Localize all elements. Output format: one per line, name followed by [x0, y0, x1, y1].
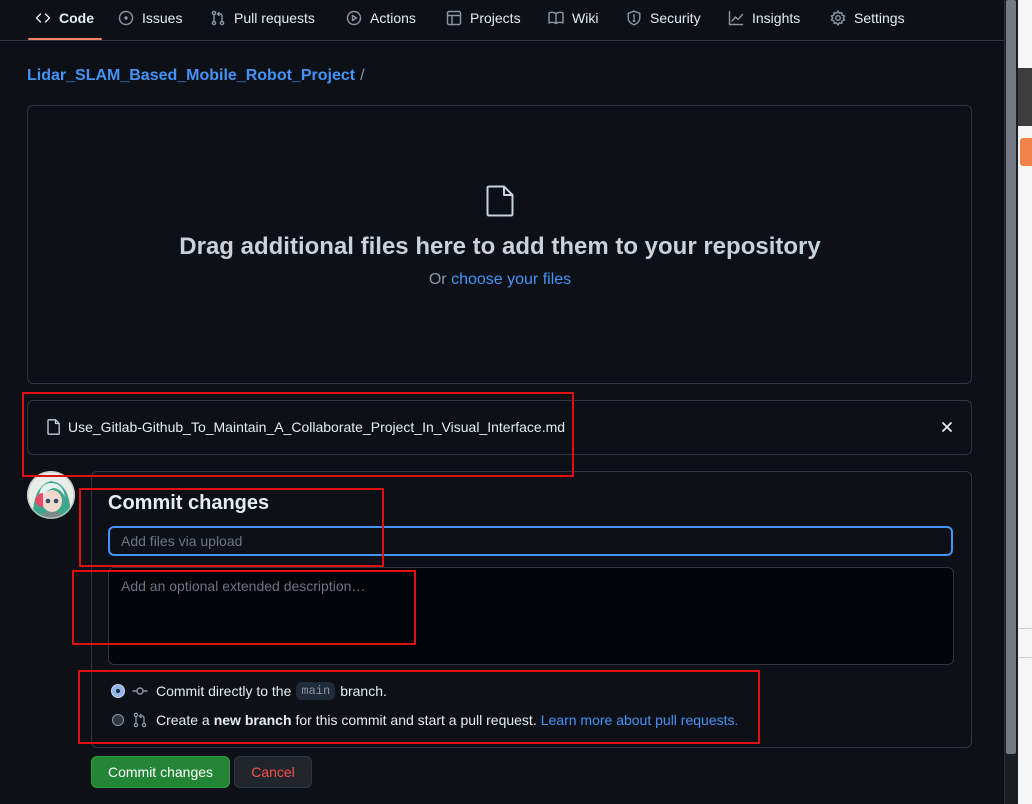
commit-changes-button[interactable]: Commit changes [91, 756, 230, 788]
play-icon [346, 10, 362, 26]
learn-more-pr-link[interactable]: Learn more about pull requests. [541, 712, 739, 728]
choose-files-link[interactable]: choose your files [451, 271, 571, 288]
tab-label: Settings [854, 10, 905, 26]
git-pull-request-icon [211, 10, 225, 26]
dropzone-subtitle: Or choose your files [0, 271, 1000, 289]
tab-wiki[interactable]: Wiki [548, 0, 598, 36]
file-icon [47, 419, 60, 435]
git-commit-icon [132, 687, 148, 695]
background-window-field [1018, 628, 1032, 658]
tab-label: Code [59, 10, 94, 26]
commit-description-input[interactable] [108, 567, 954, 665]
background-window-strip [1018, 0, 1032, 804]
tab-issues[interactable]: Issues [118, 0, 182, 36]
tab-label: Pull requests [234, 10, 315, 26]
background-window-accent [1020, 138, 1032, 166]
uploaded-file-name: Use_Gitlab-Github_To_Maintain_A_Collabor… [68, 419, 566, 435]
gear-icon [830, 10, 846, 26]
option-text: Commit directly to the [156, 683, 292, 699]
tab-label: Insights [752, 10, 801, 26]
commit-option-new-branch[interactable]: Create a new branch for this commit and … [112, 710, 738, 730]
tab-label: Projects [470, 10, 521, 26]
tab-pull-requests[interactable]: Pull requests [210, 0, 315, 36]
tab-label: Wiki [572, 10, 599, 26]
commit-option-direct[interactable]: Commit directly to the main branch. [112, 681, 387, 701]
file-icon [486, 185, 514, 217]
remove-file-button[interactable] [938, 418, 956, 436]
branch-name-badge: main [296, 682, 336, 700]
git-pull-request-icon [133, 712, 147, 728]
tab-settings[interactable]: Settings [830, 0, 905, 36]
tab-label: Issues [142, 10, 183, 26]
dropzone-or-text: Or [428, 271, 447, 288]
commit-summary-input[interactable] [108, 526, 953, 556]
tab-label: Actions [370, 10, 416, 26]
code-icon [35, 13, 51, 23]
avatar[interactable] [27, 471, 75, 519]
breadcrumb-separator: / [360, 67, 365, 84]
cancel-button[interactable]: Cancel [234, 756, 312, 788]
table-icon [446, 10, 462, 26]
x-icon [942, 422, 952, 432]
tab-insights[interactable]: Insights [728, 0, 800, 36]
shield-icon [627, 10, 641, 26]
breadcrumb: Lidar_SLAM_Based_Mobile_Robot_Project / [27, 67, 365, 85]
dropzone-title: Drag additional files here to add them t… [179, 233, 821, 260]
tab-code[interactable]: Code [35, 0, 94, 36]
book-icon [548, 11, 564, 25]
tab-actions[interactable]: Actions [346, 0, 416, 36]
radio-new-branch[interactable] [112, 714, 124, 726]
graph-icon [728, 10, 744, 26]
tab-projects[interactable]: Projects [446, 0, 521, 36]
active-tab-indicator [28, 38, 102, 40]
option-text: Create a [156, 712, 210, 728]
option-text: for this commit and start a pull request… [295, 712, 537, 728]
issue-opened-icon [118, 10, 134, 26]
repo-nav: Code Issues Pull requests Actions Projec… [0, 0, 1004, 41]
repo-link[interactable]: Lidar_SLAM_Based_Mobile_Robot_Project [27, 67, 355, 84]
option-bold-text: new branch [213, 712, 292, 728]
commit-heading: Commit changes [108, 492, 270, 514]
tab-label: Security [650, 10, 701, 26]
background-window-toolbar [1018, 68, 1032, 126]
radio-commit-direct[interactable] [112, 685, 124, 697]
tab-security[interactable]: Security [626, 0, 701, 36]
option-text: branch. [340, 683, 387, 699]
scrollbar-thumb[interactable] [1006, 0, 1016, 754]
